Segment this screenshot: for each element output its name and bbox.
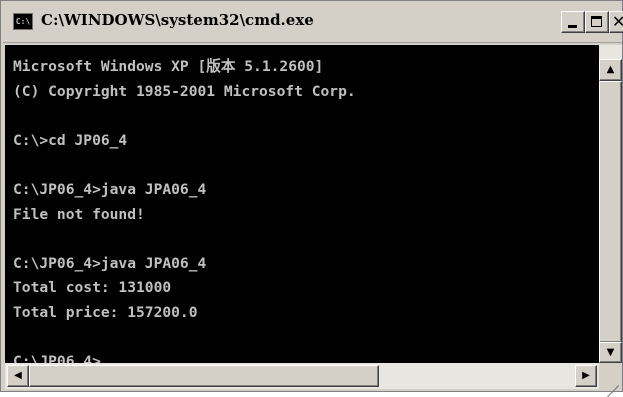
resize-grip-icon[interactable] xyxy=(599,363,622,397)
console-line: Microsoft Windows XP [版本 5.1.2600] xyxy=(13,58,324,75)
maximize-button[interactable] xyxy=(585,11,609,33)
console-prompt-line: C:\JP06_4> xyxy=(13,353,101,363)
scroll-down-button[interactable]: ▼ xyxy=(599,342,622,363)
title-bar[interactable]: C:\ C:\WINDOWS\system32\cmd.exe ✕ xyxy=(3,3,623,43)
console-line: (C) Copyright 1985-2001 Microsoft Corp. xyxy=(13,82,356,100)
arrow-up-icon: ▲ xyxy=(606,64,615,75)
console-line: Total cost: 131000 xyxy=(13,279,172,297)
window-title: C:\WINDOWS\system32\cmd.exe xyxy=(41,11,314,29)
console-line: Total price: 157200.0 xyxy=(13,303,198,321)
scroll-left-button[interactable]: ◀ xyxy=(7,365,29,387)
horizontal-scroll-thumb[interactable] xyxy=(29,365,379,387)
cmd-app-icon[interactable]: C:\ xyxy=(13,13,33,30)
arrow-left-icon: ◀ xyxy=(14,370,22,381)
console-line: C:\JP06_4>java JPA06_4 xyxy=(13,180,207,198)
cmd-window: C:\ C:\WINDOWS\system32\cmd.exe ✕ Micros… xyxy=(0,0,623,397)
grip-line xyxy=(614,385,619,390)
minimize-icon xyxy=(568,25,577,28)
vertical-scroll-thumb[interactable] xyxy=(599,81,622,343)
vertical-scrollbar[interactable]: ▲ ▼ xyxy=(599,45,622,363)
maximize-icon xyxy=(591,16,602,27)
arrow-right-icon: ▶ xyxy=(582,370,590,381)
console-line: C:\>cd JP06_4 xyxy=(13,131,128,149)
console-line: C:\JP06_4>java JPA06_4 xyxy=(13,254,207,272)
horizontal-scrollbar[interactable]: ◀ ▶ xyxy=(5,363,599,389)
console-line: File not found! xyxy=(13,205,145,223)
arrow-down-icon: ▼ xyxy=(606,347,615,358)
minimize-button[interactable] xyxy=(561,11,585,33)
console-output[interactable]: Microsoft Windows XP [版本 5.1.2600] (C) C… xyxy=(5,45,599,363)
close-icon: ✕ xyxy=(612,12,623,31)
close-button[interactable]: ✕ xyxy=(609,11,623,33)
scroll-up-button[interactable]: ▲ xyxy=(599,59,622,81)
scroll-right-button[interactable]: ▶ xyxy=(575,365,597,387)
